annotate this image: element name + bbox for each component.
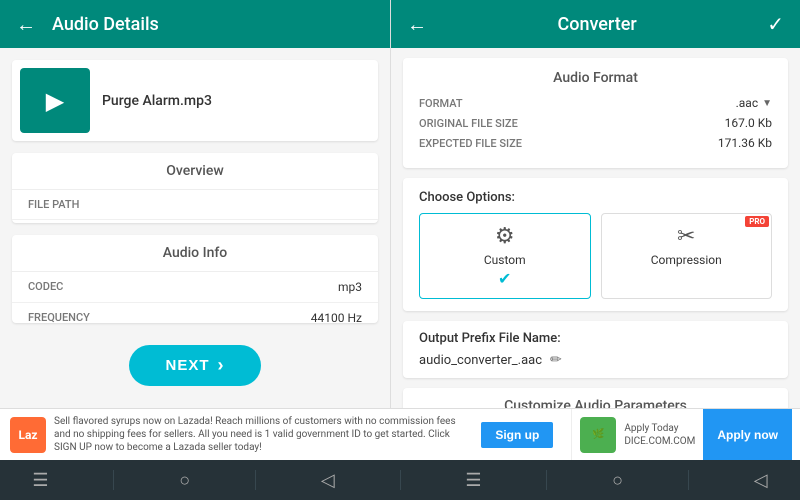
ad-right-subtitle: DICE.COM.COM: [624, 435, 695, 448]
nav-bar: ☰ ○ ◁ ☰ ○ ◁: [0, 460, 800, 500]
ad-right-text: Apply Today DICE.COM.COM: [624, 422, 695, 448]
audio-codec-row: CODEC mp3: [12, 272, 378, 303]
overview-row-filepath: FILE PATH: [12, 190, 378, 220]
format-row-expected: EXPECTED FILE SIZE 171.36 Kb: [419, 136, 772, 150]
prefix-value: audio_converter_.aac: [419, 353, 542, 368]
right-title: Converter: [557, 14, 636, 35]
filepath-label: FILE PATH: [28, 198, 79, 211]
compression-label: Compression: [651, 253, 722, 267]
right-header: ← Converter ✓: [391, 0, 800, 48]
overview-row-duration: DURATION 00:00:10: [12, 220, 378, 223]
ad-signup-button[interactable]: Sign up: [481, 422, 553, 448]
edit-icon[interactable]: ✏: [550, 352, 562, 368]
ad-right-logo: 🌿: [580, 417, 616, 453]
right-panel: ← Converter ✓ Audio Format FORMAT .aac ▼…: [390, 0, 800, 408]
pro-badge: PRO: [745, 216, 769, 227]
nav-divider-4: [546, 470, 547, 490]
nav-divider-3: [400, 470, 401, 490]
nav-menu-right-icon[interactable]: ☰: [465, 470, 481, 491]
compression-icon: ✂: [677, 224, 695, 249]
overview-card: Overview FILE PATH DURATION 00:00:10 SIZ…: [12, 153, 378, 223]
right-body: Audio Format FORMAT .aac ▼ ORIGINAL FILE…: [391, 48, 800, 408]
audio-file-name: Purge Alarm.mp3: [102, 93, 212, 109]
option-compression[interactable]: PRO ✂ Compression: [601, 213, 773, 299]
output-prefix-section: Output Prefix File Name: audio_converter…: [403, 321, 788, 378]
custom-label: Custom: [484, 253, 526, 267]
nav-menu-icon[interactable]: ☰: [32, 470, 48, 491]
next-arrow-icon: ›: [218, 355, 225, 376]
codec-value: mp3: [338, 280, 362, 294]
audio-info-card: Audio Info CODEC mp3 FREQUENCY 44100 Hz …: [12, 235, 378, 323]
nav-back-right-icon[interactable]: ◁: [754, 470, 768, 491]
ad-left-logo: Laz: [10, 417, 46, 453]
prefix-title: Output Prefix File Name:: [419, 331, 772, 346]
next-btn-container: NEXT ›: [12, 335, 378, 396]
original-size-value: 167.0 Kb: [725, 116, 772, 130]
nav-back-icon[interactable]: ◁: [321, 470, 335, 491]
next-button[interactable]: NEXT ›: [129, 345, 260, 386]
next-label: NEXT: [165, 357, 209, 374]
overview-title: Overview: [12, 153, 378, 190]
ad-bar: Laz Sell flavored syrups now on Lazada! …: [0, 408, 800, 460]
ad-right-title: Apply Today: [624, 422, 695, 435]
format-dropdown-icon: ▼: [762, 98, 772, 109]
play-icon: ▶: [46, 87, 64, 115]
codec-label: CODEC: [28, 280, 63, 294]
right-back-button[interactable]: ←: [407, 12, 427, 37]
custom-icon: ⚙: [495, 224, 515, 249]
left-panel: ← Audio Details ▶ Purge Alarm.mp3 Overvi…: [0, 0, 390, 408]
left-title: Audio Details: [52, 14, 159, 35]
nav-circle-right-icon[interactable]: ○: [612, 470, 623, 491]
confirm-button[interactable]: ✓: [767, 12, 784, 36]
ad-right: 🌿 Apply Today DICE.COM.COM Apply now: [572, 409, 800, 460]
format-row-original: ORIGINAL FILE SIZE 167.0 Kb: [419, 116, 772, 130]
ad-left-text: Sell flavored syrups now on Lazada! Reac…: [54, 415, 473, 454]
play-thumbnail[interactable]: ▶: [20, 68, 90, 133]
nav-divider-5: [688, 470, 689, 490]
options-grid: ⚙ Custom ✔ PRO ✂ Compression: [419, 213, 772, 299]
options-label: Choose Options:: [419, 190, 772, 205]
option-custom[interactable]: ⚙ Custom ✔: [419, 213, 591, 299]
format-value[interactable]: .aac ▼: [736, 96, 772, 110]
nav-home-icon[interactable]: ○: [179, 470, 190, 491]
prefix-value-row: audio_converter_.aac ✏: [419, 352, 772, 368]
left-header: ← Audio Details: [0, 0, 390, 48]
format-label: FORMAT: [419, 97, 463, 110]
nav-divider-1: [113, 470, 114, 490]
ad-left: Laz Sell flavored syrups now on Lazada! …: [0, 409, 572, 460]
format-text: .aac: [736, 96, 759, 110]
audio-format-title: Audio Format: [419, 70, 772, 86]
apply-now-button[interactable]: Apply now: [703, 409, 792, 460]
expected-size-value: 171.36 Kb: [718, 136, 772, 150]
expected-size-label: EXPECTED FILE SIZE: [419, 137, 522, 150]
audio-format-card: Audio Format FORMAT .aac ▼ ORIGINAL FILE…: [403, 58, 788, 168]
left-body: ▶ Purge Alarm.mp3 Overview FILE PATH DUR…: [0, 48, 390, 408]
format-row-format: FORMAT .aac ▼: [419, 96, 772, 110]
audio-info-title: Audio Info: [12, 235, 378, 272]
custom-check-icon: ✔: [498, 269, 511, 288]
freq-label: FREQUENCY: [28, 311, 90, 323]
audio-freq-row: FREQUENCY 44100 Hz: [12, 303, 378, 323]
customize-title: Customize Audio Parameters: [419, 398, 772, 408]
original-size-label: ORIGINAL FILE SIZE: [419, 117, 518, 130]
customize-card: Customize Audio Parameters CODEC AAC ▼ F…: [403, 388, 788, 408]
left-back-button[interactable]: ←: [16, 12, 36, 37]
audio-file-card: ▶ Purge Alarm.mp3: [12, 60, 378, 141]
options-card: Choose Options: ⚙ Custom ✔ PRO ✂ Compres…: [403, 178, 788, 311]
freq-value: 44100 Hz: [311, 311, 362, 323]
nav-divider-2: [255, 470, 256, 490]
